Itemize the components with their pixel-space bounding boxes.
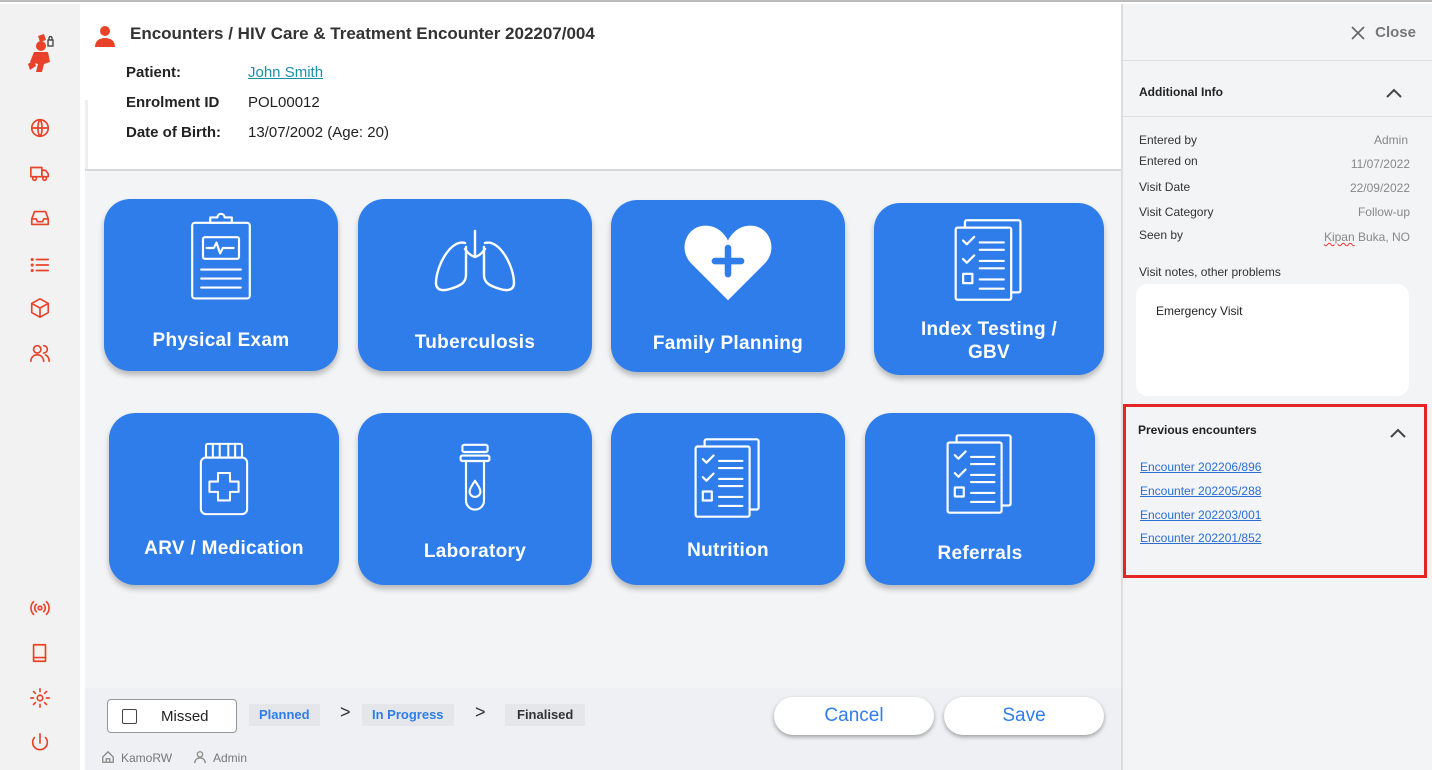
list-icon[interactable] [24, 251, 56, 279]
seen-by-rest: Buka, NO [1354, 230, 1410, 244]
patient-link[interactable]: John Smith [248, 64, 323, 81]
tile-index-testing-gbv[interactable]: Index Testing / GBV [874, 203, 1104, 375]
tile-arv-medication[interactable]: ARV / Medication [109, 413, 339, 585]
checklist-icon [954, 219, 1022, 301]
notes-textarea[interactable]: Emergency Visit [1136, 284, 1409, 396]
entered-by-value: Admin [1373, 133, 1408, 147]
step-finalised[interactable]: Finalised [505, 704, 586, 726]
tile-family-planning[interactable]: Family Planning [611, 200, 845, 372]
tile-physical-exam[interactable]: Physical Exam [104, 199, 338, 371]
step-in-progress[interactable]: In Progress [362, 704, 454, 726]
power-icon[interactable] [24, 729, 56, 757]
panel-divider [1123, 116, 1432, 117]
chevron-up-icon[interactable] [1389, 426, 1407, 438]
status-bar: Missed Planned > In Progress > Finalised… [85, 688, 1121, 770]
encounter-link[interactable]: Encounter 202203/001 [1140, 508, 1261, 522]
side-panel: Close Additional Info Entered by Admin E… [1121, 4, 1432, 770]
tile-label: Physical Exam [152, 330, 290, 351]
tile-referrals[interactable]: Referrals [865, 413, 1095, 585]
checklist-icon [694, 438, 760, 518]
left-nav [0, 4, 80, 770]
entered-on-label: Entered on [1139, 154, 1198, 168]
tile-tuberculosis[interactable]: Tuberculosis [358, 199, 592, 371]
tile-label: Tuberculosis [414, 332, 536, 353]
close-icon [1351, 25, 1365, 40]
notes-label: Visit notes, other problems [1139, 265, 1281, 279]
dob-value: 13/07/2002 (Age: 20) [248, 124, 389, 141]
globe-icon[interactable] [24, 114, 56, 142]
pill-bottle-icon [199, 442, 249, 516]
seen-by-label: Seen by [1139, 228, 1184, 242]
encounter-link[interactable]: Encounter 202205/288 [1140, 484, 1261, 498]
visit-category-label: Visit Category [1139, 205, 1214, 219]
heart-plus-icon [684, 225, 772, 301]
panel-divider [1123, 60, 1432, 61]
book-icon[interactable] [24, 639, 56, 667]
box-icon[interactable] [24, 294, 56, 322]
user-info: Admin [193, 750, 247, 765]
gear-icon[interactable] [24, 684, 56, 712]
encounter-main: Encounters / HIV Care & Treatment Encoun… [85, 4, 1121, 770]
user-icon [94, 24, 116, 48]
tile-label: Nutrition [687, 540, 769, 561]
enrolment-id: POL00012 [248, 94, 320, 111]
close-button[interactable]: Close [1351, 24, 1416, 41]
tile-label: Laboratory [423, 541, 527, 562]
save-button[interactable]: Save [944, 697, 1104, 735]
encounter-link[interactable]: Encounter 202201/852 [1140, 531, 1261, 545]
previous-encounters-title: Previous encounters [1138, 423, 1257, 437]
checklist-icon [946, 434, 1012, 514]
home-icon [102, 750, 114, 763]
patient-label: Patient: [126, 64, 182, 81]
truck-icon[interactable] [24, 159, 56, 187]
entered-on-value: 11/07/2022 [1350, 157, 1410, 171]
entered-by-label: Entered by [1139, 133, 1198, 147]
additional-info-title: Additional Info [1139, 85, 1223, 99]
test-tube-icon [459, 443, 491, 511]
chevron-right-icon: > [475, 702, 486, 722]
tile-label: Referrals [937, 543, 1023, 564]
previous-encounters-section: Previous encounters Encounter 202206/896… [1123, 404, 1427, 578]
chevron-up-icon[interactable] [1385, 86, 1403, 98]
seen-by-value: Kipan Buka, NO [1324, 230, 1410, 244]
gutter [85, 100, 88, 170]
site-info: KamoRW [101, 750, 172, 765]
tile-label-line1: Index Testing / [920, 319, 1058, 340]
tile-laboratory[interactable]: Laboratory [358, 413, 592, 585]
visit-category-value: Follow-up [1357, 205, 1410, 219]
seen-by-first: Kipan [1323, 230, 1355, 244]
enrolment-label: Enrolment ID [126, 94, 220, 111]
tile-nutrition[interactable]: Nutrition [611, 413, 845, 585]
broadcast-icon[interactable] [24, 594, 56, 622]
site-name: KamoRW [121, 751, 173, 765]
tile-label: ARV / Medication [144, 538, 304, 559]
notes-value: Emergency Visit [1156, 304, 1243, 318]
tile-label: Index Testing / GBV [874, 318, 1104, 364]
encounter-link[interactable]: Encounter 202206/896 [1140, 460, 1261, 474]
tile-label-line2: GBV [967, 342, 1011, 363]
users-icon[interactable] [24, 339, 56, 367]
lungs-icon [434, 229, 516, 292]
checkbox-box[interactable] [122, 709, 137, 724]
app-logo-icon[interactable] [20, 30, 60, 76]
app-window: Encounters / HIV Care & Treatment Encoun… [0, 0, 1432, 770]
step-planned[interactable]: Planned [249, 704, 320, 726]
user-name: Admin [213, 751, 248, 765]
tile-label: Family Planning [652, 333, 804, 354]
cancel-button[interactable]: Cancel [774, 697, 934, 735]
dob-label: Date of Birth: [126, 124, 221, 141]
close-label: Close [1375, 24, 1416, 41]
visit-date-label: Visit Date [1139, 180, 1191, 194]
tiles-area: Physical Exam Tuberculosis Family Planni… [85, 171, 1121, 688]
page-title: Encounters / HIV Care & Treatment Encoun… [130, 24, 595, 43]
chevron-right-icon: > [340, 702, 351, 722]
missed-checkbox[interactable]: Missed [107, 699, 237, 733]
clipboard-icon [191, 212, 251, 300]
missed-label: Missed [161, 708, 209, 725]
inbox-icon[interactable] [24, 204, 56, 232]
user-icon [194, 751, 206, 764]
visit-date-value: 22/09/2022 [1349, 181, 1410, 195]
